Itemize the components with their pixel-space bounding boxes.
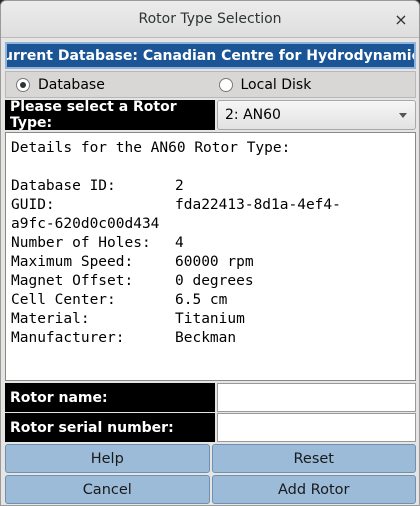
database-banner: Current Database: Canadian Centre for Hy… [5, 42, 416, 69]
detail-value: 60000 rpm [175, 254, 254, 270]
radio-local-disk-label: Local Disk [240, 76, 312, 93]
detail-value: fda22413-8d1a-4ef4- [175, 197, 341, 213]
radio-database[interactable]: Database [6, 72, 213, 97]
detail-line: Number of Holes: 4 [11, 234, 410, 253]
detail-line: Database ID: 2 [11, 177, 410, 196]
details-heading: Details for the AN60 Rotor Type: [11, 140, 291, 156]
reset-button[interactable]: Reset [211, 444, 416, 473]
rotor-type-label: Please select a Rotor Type: [5, 99, 215, 131]
detail-value: 4 [175, 235, 184, 251]
detail-line: Manufacturer: Beckman [11, 329, 410, 348]
detail-line: Magnet Offset: 0 degrees [11, 272, 410, 291]
window-title: Rotor Type Selection [138, 11, 282, 27]
detail-value: 6.5 cm [175, 292, 228, 308]
rotor-name-row: Rotor name: [5, 383, 416, 412]
details-spacer [11, 158, 410, 177]
rotor-type-row: Please select a Rotor Type: 2: AN60 [5, 99, 416, 131]
button-row-bottom: Cancel Add Rotor [5, 475, 416, 504]
radio-database-label: Database [38, 76, 105, 93]
detail-value: Titanium [175, 311, 245, 327]
detail-key: Number of Holes: [11, 235, 151, 251]
chevron-down-icon [399, 113, 407, 118]
detail-value: 2 [175, 178, 184, 194]
close-icon[interactable]: × [391, 9, 411, 29]
detail-key: Material: [11, 311, 90, 327]
radio-selected-icon[interactable] [16, 77, 30, 92]
detail-value: 0 degrees [175, 273, 254, 289]
detail-line: Maximum Speed: 60000 rpm [11, 253, 410, 272]
rotor-details-text[interactable]: Details for the AN60 Rotor Type: Databas… [5, 132, 416, 381]
rotor-name-label: Rotor name: [5, 383, 215, 412]
rotor-serial-input[interactable] [217, 413, 416, 442]
detail-value: Beckman [175, 330, 237, 346]
detail-key: Maximum Speed: [11, 254, 134, 270]
rotor-type-dialog: Rotor Type Selection × Current Database:… [0, 0, 420, 506]
detail-line: Cell Center: 6.5 cm [11, 291, 410, 310]
rotor-type-dropdown[interactable]: 2: AN60 [217, 100, 416, 130]
detail-line: GUID: fda22413-8d1a-4ef4- [11, 196, 410, 215]
add-rotor-button[interactable]: Add Rotor [211, 475, 416, 504]
title-bar: Rotor Type Selection × [1, 1, 419, 38]
radio-local-disk[interactable]: Local Disk [213, 72, 416, 97]
detail-key: Cell Center: [11, 292, 116, 308]
rotor-type-selected-value: 2: AN60 [225, 107, 281, 123]
detail-key: GUID: [11, 197, 55, 213]
detail-line: Material: Titanium [11, 310, 410, 329]
radio-unselected-icon[interactable] [218, 77, 233, 92]
help-button[interactable]: Help [5, 444, 210, 473]
button-row-top: Help Reset [5, 444, 416, 473]
detail-line-continued: a9fc-620d0c00d434 [11, 215, 410, 234]
source-radio-group: Database Local Disk [5, 71, 416, 98]
rotor-serial-label: Rotor serial number: [5, 413, 215, 442]
rotor-serial-row: Rotor serial number: [5, 413, 416, 442]
detail-key: Magnet Offset: [11, 273, 134, 289]
detail-value: a9fc-620d0c00d434 [11, 216, 160, 232]
detail-key: Database ID: [11, 178, 116, 194]
cancel-button[interactable]: Cancel [5, 475, 210, 504]
rotor-name-input[interactable] [217, 383, 416, 412]
detail-key: Manufacturer: [11, 330, 125, 346]
